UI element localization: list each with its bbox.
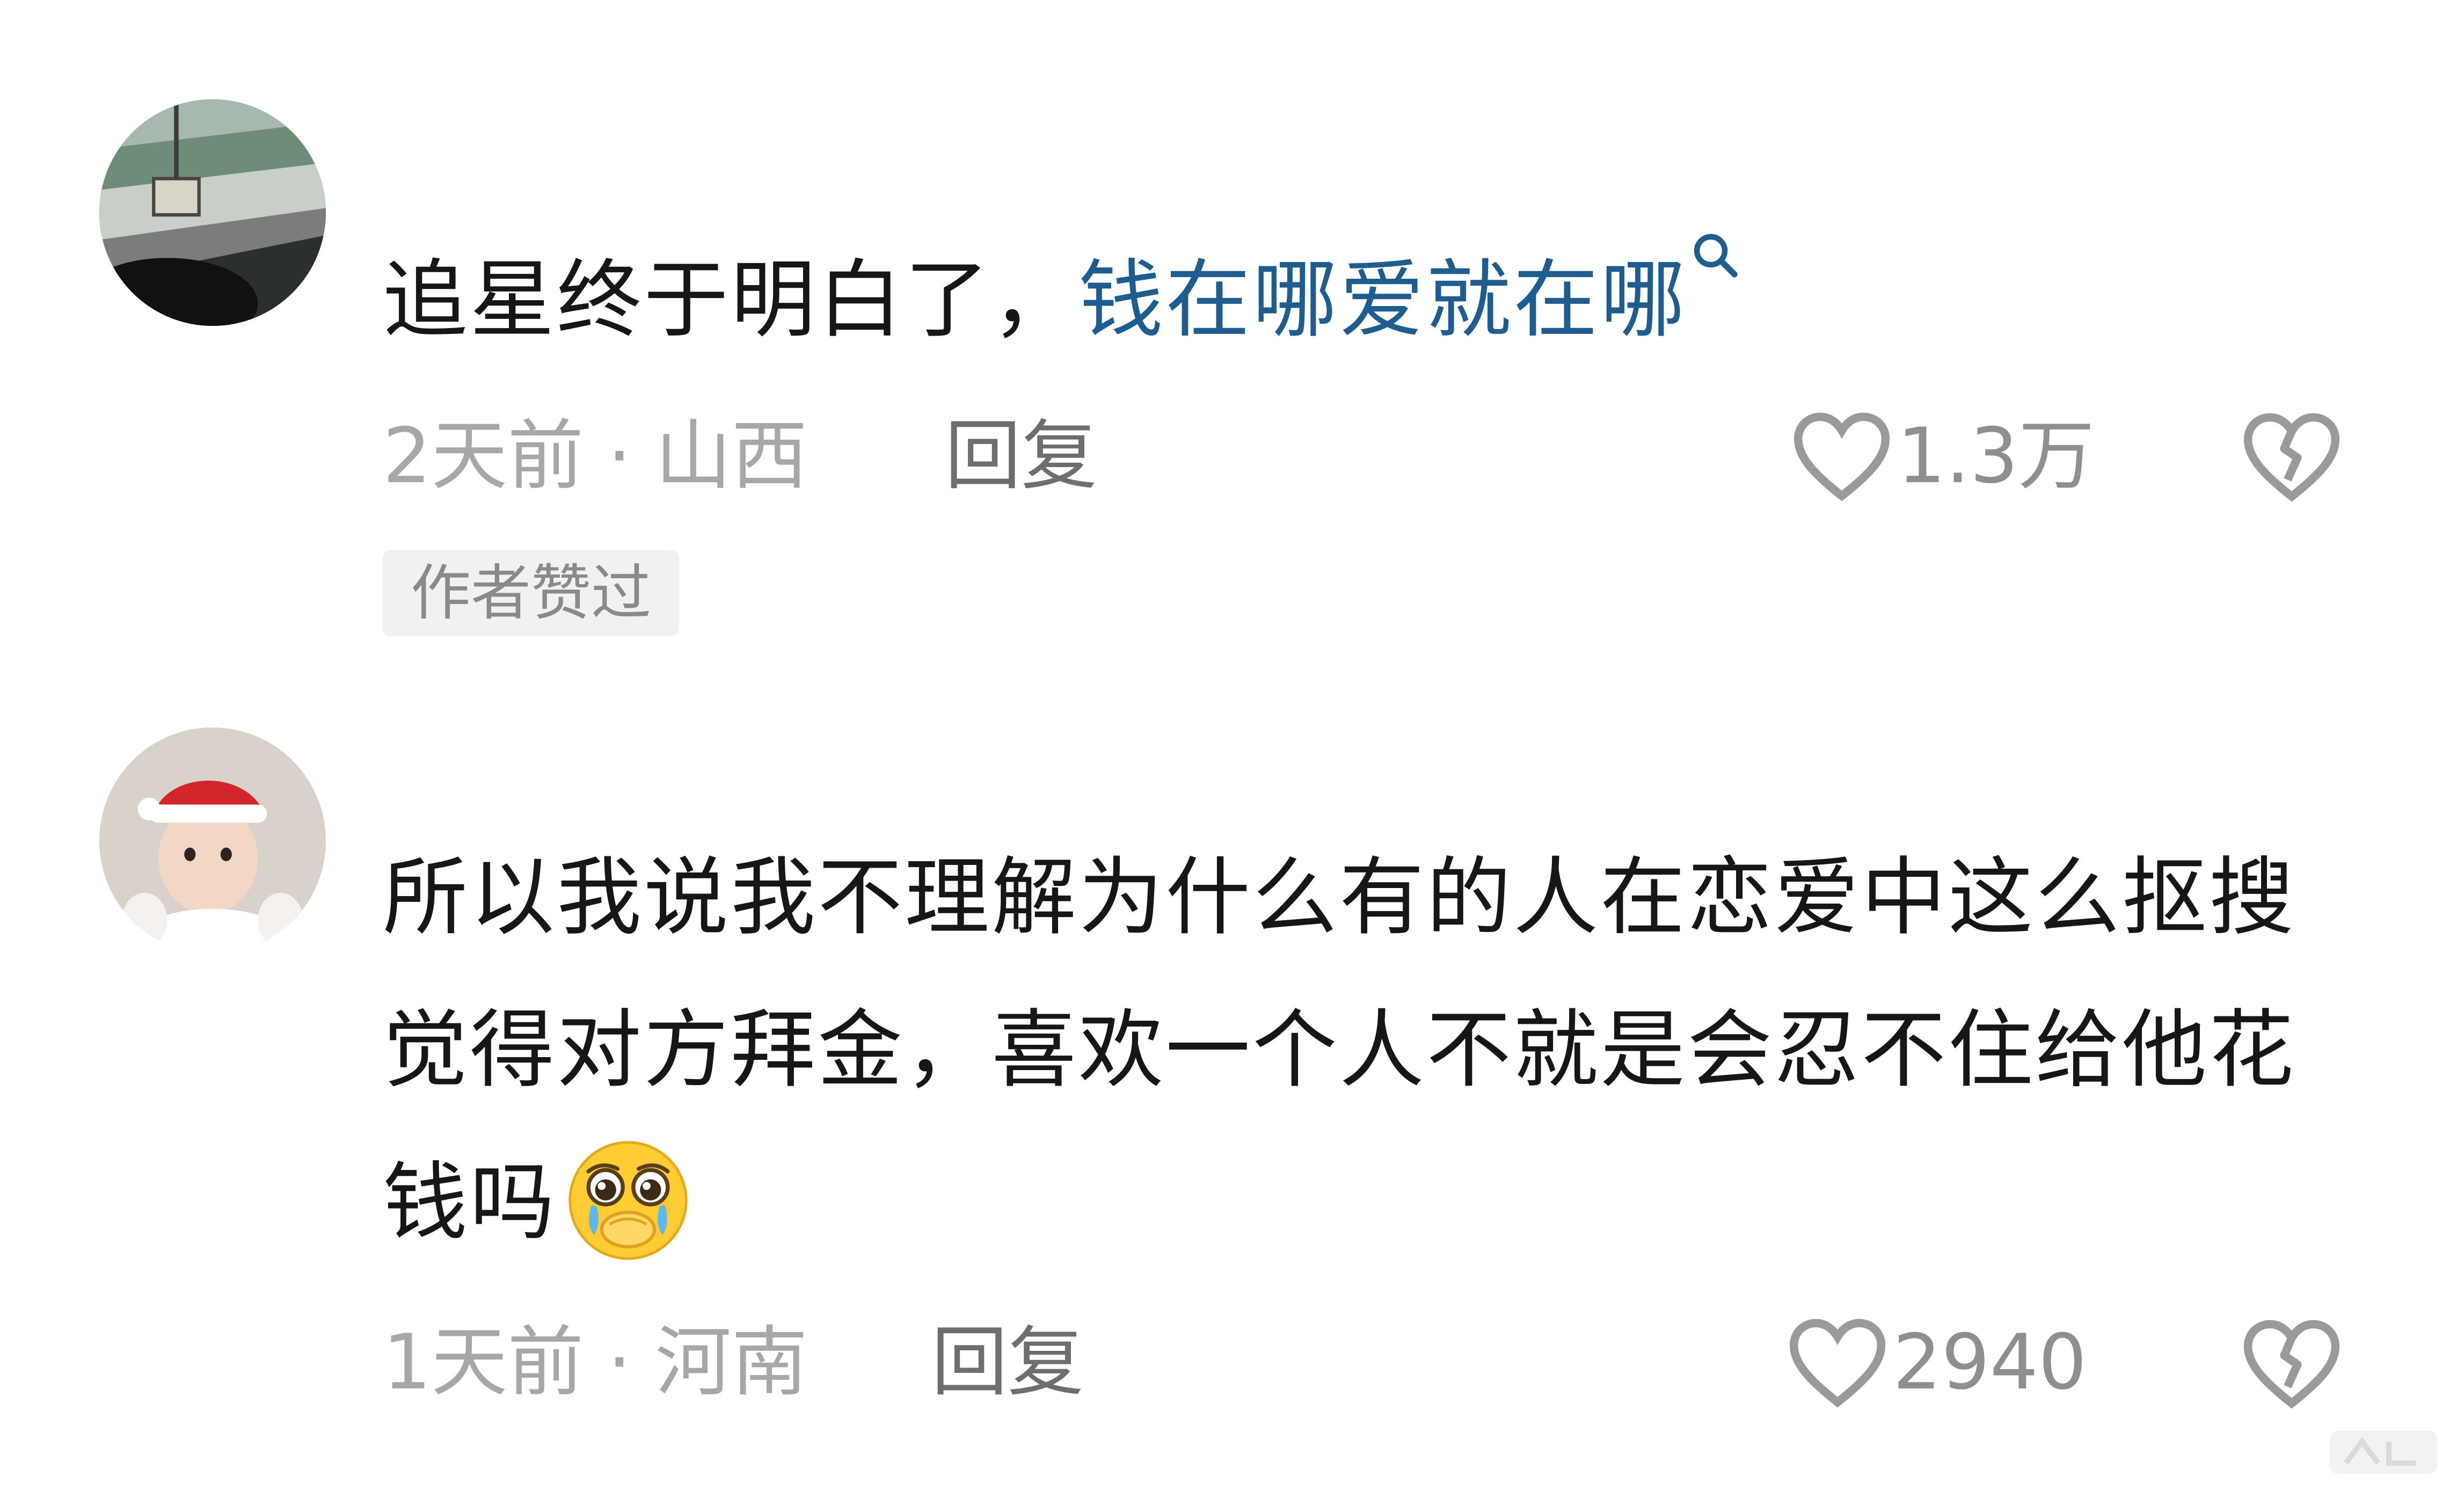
user-avatar[interactable] [99, 99, 326, 326]
like-button[interactable]: 2940 [1788, 1314, 2087, 1411]
broken-heart-icon[interactable] [2242, 1318, 2342, 1410]
comment-meta: 2天前 · 山西 [383, 408, 808, 505]
comment-location: 河南 [655, 1318, 808, 1407]
like-count: 1.3万 [1897, 412, 2095, 500]
comment-text: 所以我说我不理解为什么有的人在恋爱中这么抠搜 觉得对方拜金，喜欢一个人不就是会忍… [383, 821, 2357, 1279]
reply-button[interactable]: 回复 [945, 408, 1097, 505]
avatar-image [99, 727, 326, 954]
comment-item: 所以我说我不理解为什么有的人在恋爱中这么抠搜 觉得对方拜金，喜欢一个人不就是会忍… [0, 666, 2464, 1506]
user-avatar[interactable] [99, 727, 326, 954]
broken-heart-icon[interactable] [2242, 411, 2342, 503]
author-liked-badge: 作者赞过 [383, 550, 679, 636]
heart-outline-icon [1789, 1319, 1886, 1408]
comment-item: 追星终于明白了，钱在哪爱就在哪 2天前 · 山西 回复 1.3万 作者赞过 [0, 0, 2464, 666]
meta-separator: · [607, 412, 632, 500]
pleading-face-emoji [568, 1140, 688, 1260]
heart-outline-icon [1794, 412, 1890, 501]
search-keyword-text: 钱在哪爱就在哪 [1078, 251, 1687, 350]
comment-meta: 1天前 · 河南 [383, 1314, 808, 1411]
watermark-logo [2330, 1431, 2437, 1474]
comment-text: 追星终于明白了，钱在哪爱就在哪 [383, 224, 2357, 376]
like-count: 2940 [1893, 1318, 2087, 1407]
comment-time: 2天前 [383, 412, 584, 500]
reply-button[interactable]: 回复 [931, 1314, 1084, 1411]
search-icon [1694, 234, 1738, 278]
meta-separator: · [607, 1318, 632, 1407]
comment-location: 山西 [655, 412, 808, 500]
avatar-image [99, 99, 326, 326]
like-button[interactable]: 1.3万 [1792, 408, 2095, 505]
comment-text-plain: 追星终于明白了， [383, 251, 1078, 350]
search-keyword-link[interactable]: 钱在哪爱就在哪 [1078, 234, 1741, 350]
comment-time: 1天前 [383, 1318, 584, 1407]
